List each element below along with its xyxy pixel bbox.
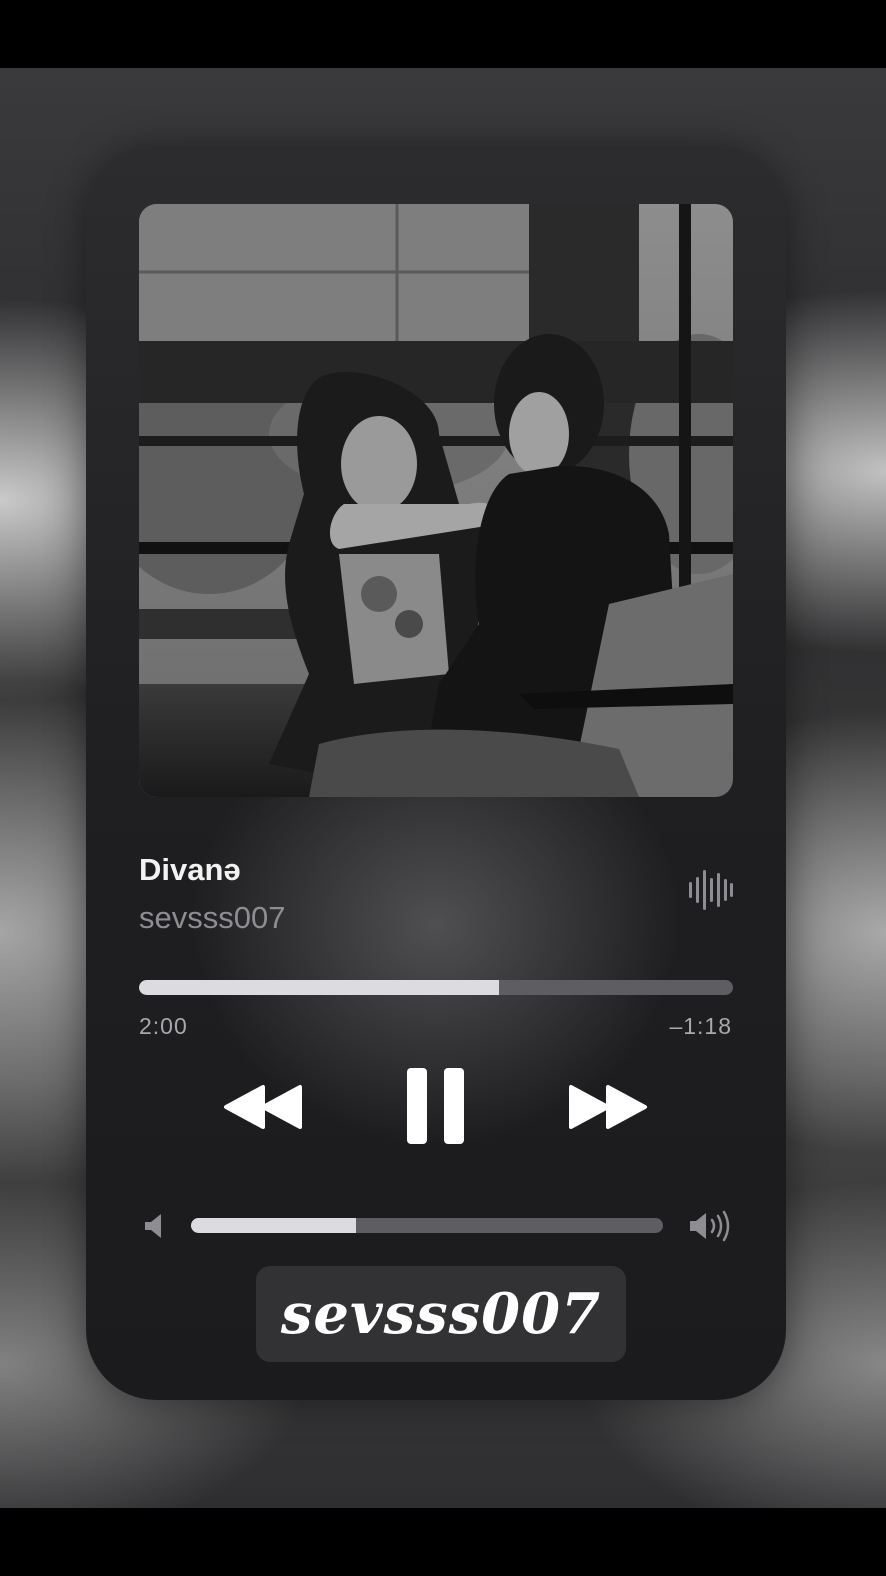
rewind-icon bbox=[224, 1085, 302, 1129]
track-title: Divanə bbox=[139, 852, 241, 887]
album-artwork bbox=[139, 204, 733, 797]
rewind-button[interactable] bbox=[222, 1083, 304, 1131]
track-artist[interactable]: sevsss007 bbox=[139, 900, 285, 936]
volume-high-icon bbox=[688, 1210, 732, 1242]
fast-forward-button[interactable] bbox=[567, 1083, 649, 1131]
pause-icon bbox=[407, 1068, 464, 1144]
screen: Divanə sevsss007 2:00 –1:18 sevsss007 bbox=[0, 0, 886, 1576]
volume-slider[interactable] bbox=[191, 1218, 663, 1233]
volume-low-icon bbox=[143, 1212, 163, 1240]
elapsed-time: 2:00 bbox=[139, 1013, 188, 1039]
progress-slider[interactable] bbox=[139, 980, 733, 995]
watermark-text: sevsss007 bbox=[280, 1281, 602, 1347]
progress-fill bbox=[139, 980, 499, 995]
watermark-label: sevsss007 bbox=[256, 1266, 626, 1362]
waveform-icon[interactable] bbox=[688, 868, 734, 912]
volume-fill bbox=[191, 1218, 357, 1233]
fast-forward-icon bbox=[569, 1085, 647, 1129]
pause-button[interactable] bbox=[404, 1066, 468, 1146]
remaining-time: –1:18 bbox=[669, 1013, 732, 1039]
